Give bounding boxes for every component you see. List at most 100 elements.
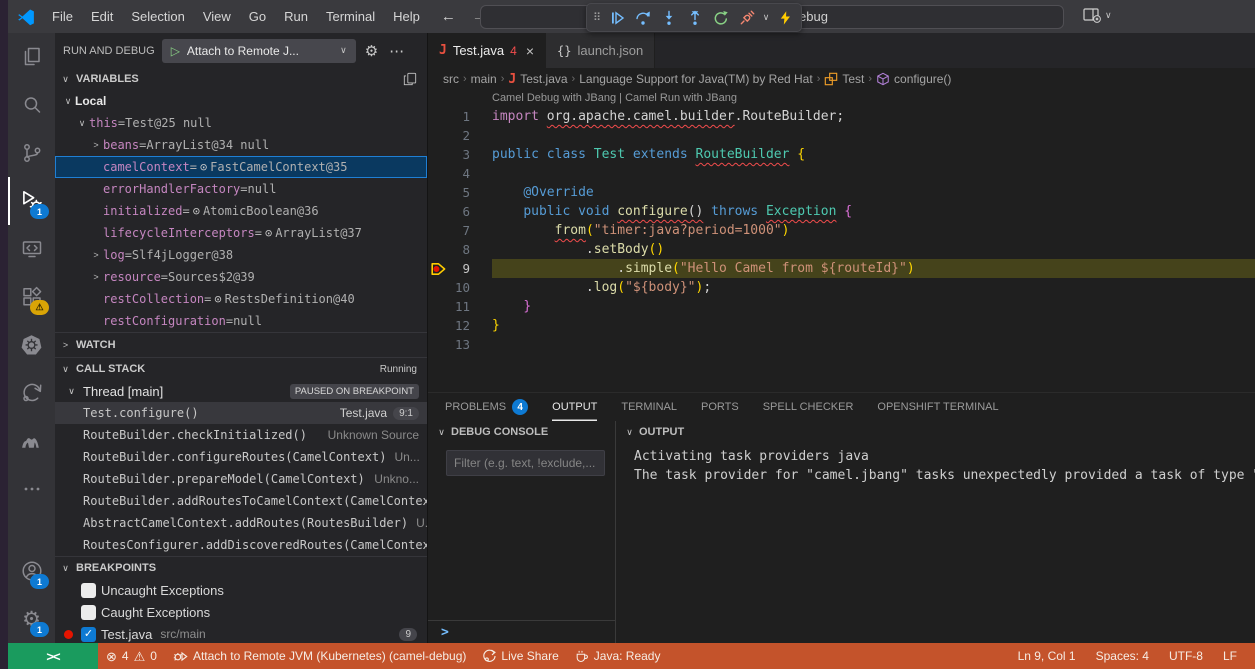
panel-tab-problems[interactable]: PROBLEMS4 bbox=[445, 393, 528, 421]
tab-test-java[interactable]: J Test.java 4 × bbox=[428, 33, 546, 68]
code-text[interactable]: .log("${body}"); bbox=[492, 278, 1255, 297]
menu-file[interactable]: File bbox=[43, 6, 82, 28]
menu-go[interactable]: Go bbox=[240, 6, 275, 28]
activity-kubernetes[interactable] bbox=[8, 321, 55, 369]
panel-tab-output[interactable]: OUTPUT bbox=[552, 393, 597, 421]
panel-tab-spell-checker[interactable]: SPELL CHECKER bbox=[763, 393, 854, 421]
code-line[interactable]: 5 @Override bbox=[428, 183, 1255, 202]
line-number[interactable]: 3 bbox=[428, 145, 470, 164]
stack-frame[interactable]: RouteBuilder.addRoutesToCamelContext(Cam… bbox=[55, 490, 427, 512]
activity-extensions[interactable]: ⚠ bbox=[8, 273, 55, 321]
code-text[interactable]: @Override bbox=[492, 183, 1255, 202]
panel-tab-ports[interactable]: PORTS bbox=[701, 393, 739, 421]
variable-row[interactable]: >log = Slf4jLogger@38 bbox=[55, 244, 427, 266]
code-text[interactable]: import org.apache.camel.builder.RouteBui… bbox=[492, 107, 1255, 126]
views-more-actions-icon[interactable]: ⋯ bbox=[387, 42, 406, 60]
line-number[interactable]: 6 bbox=[428, 202, 470, 221]
code-line[interactable]: 6 public void configure() throws Excepti… bbox=[428, 202, 1255, 221]
stack-frame[interactable]: RouteBuilder.checkInitialized()Unknown S… bbox=[55, 424, 427, 446]
stack-frame[interactable]: RoutesConfigurer.addDiscoveredRoutes(Cam… bbox=[55, 534, 427, 556]
debug-console-header[interactable]: ∨ DEBUG CONSOLE bbox=[428, 421, 615, 443]
code-line[interactable]: 8 .setBody() bbox=[428, 240, 1255, 259]
encoding[interactable]: UTF-8 bbox=[1159, 649, 1213, 663]
expand-icon[interactable]: > bbox=[89, 140, 103, 150]
line-number[interactable]: 4 bbox=[428, 164, 470, 183]
activity-search[interactable] bbox=[8, 81, 55, 129]
activity-settings[interactable]: ⚙1 bbox=[8, 595, 55, 643]
java-status[interactable]: Java: Ready bbox=[567, 643, 669, 669]
activity-more[interactable] bbox=[8, 465, 55, 513]
menu-help[interactable]: Help bbox=[384, 6, 429, 28]
collapse-icon[interactable]: ∨ bbox=[65, 386, 78, 397]
variable-row[interactable]: restCollection = ⊙RestsDefinition@40 bbox=[55, 288, 427, 310]
live-share-status[interactable]: Live Share bbox=[474, 643, 566, 669]
breadcrumb-item[interactable]: configure() bbox=[876, 72, 951, 86]
indentation[interactable]: Spaces: 4 bbox=[1086, 649, 1159, 663]
eye-icon[interactable]: ⊙ bbox=[214, 292, 221, 306]
code-text[interactable]: from("timer:java?period=1000") bbox=[492, 221, 1255, 240]
variable-row[interactable]: errorHandlerFactory = null bbox=[55, 178, 427, 200]
disconnect-button[interactable] bbox=[734, 6, 760, 30]
code-text[interactable]: .setBody() bbox=[492, 240, 1255, 259]
breadcrumb-item[interactable]: Language Support for Java(TM) by Red Hat bbox=[579, 72, 812, 86]
thread-row[interactable]: ∨ Thread [main] PAUSED ON BREAKPOINT bbox=[55, 380, 427, 402]
collapse-all-icon[interactable] bbox=[403, 72, 417, 86]
step-into-button[interactable] bbox=[656, 6, 682, 30]
stack-frame[interactable]: RouteBuilder.configureRoutes(CamelContex… bbox=[55, 446, 427, 468]
breakpoint-row[interactable]: Caught Exceptions bbox=[55, 601, 427, 623]
line-number[interactable]: 12 bbox=[428, 316, 470, 335]
menu-view[interactable]: View bbox=[194, 6, 240, 28]
line-number[interactable]: 10 bbox=[428, 278, 470, 297]
variable-row[interactable]: ∨Local bbox=[55, 90, 427, 112]
breakpoint-row[interactable]: ✓Test.javasrc/main9 bbox=[55, 623, 427, 643]
code-line[interactable]: 4 bbox=[428, 164, 1255, 183]
activity-explorer[interactable] bbox=[8, 33, 55, 81]
go-back-icon[interactable]: ← bbox=[433, 8, 464, 25]
panel-tab-terminal[interactable]: TERMINAL bbox=[621, 393, 677, 421]
variable-row[interactable]: >beans = ArrayList@34 null bbox=[55, 134, 427, 156]
code-line[interactable]: 3public class Test extends RouteBuilder … bbox=[428, 145, 1255, 164]
checkbox[interactable] bbox=[81, 583, 96, 598]
variable-row[interactable]: lifecycleInterceptors = ⊙ArrayList@37 bbox=[55, 222, 427, 244]
customize-layout-button[interactable]: ∨ bbox=[1083, 7, 1112, 23]
remote-indicator[interactable]: >< bbox=[8, 643, 98, 669]
activity-run-debug[interactable]: 1 bbox=[8, 177, 55, 225]
step-out-button[interactable] bbox=[682, 6, 708, 30]
tab-launch-json[interactable]: {} launch.json bbox=[546, 33, 655, 68]
code-line[interactable]: 1import org.apache.camel.builder.RouteBu… bbox=[428, 107, 1255, 126]
eye-icon[interactable]: ⊙ bbox=[200, 160, 207, 174]
breadcrumb-item[interactable]: Test bbox=[824, 72, 864, 86]
watch-section-header[interactable]: > WATCH bbox=[55, 332, 427, 357]
continue-button[interactable] bbox=[604, 6, 630, 30]
problems-status[interactable]: ⊗ 4 ⚠ 0 bbox=[98, 643, 165, 669]
cursor-position[interactable]: Ln 9, Col 1 bbox=[1008, 649, 1086, 663]
variable-row[interactable]: ∨this = Test@25 null bbox=[55, 112, 427, 134]
expand-icon[interactable]: ∨ bbox=[75, 118, 89, 129]
variable-row[interactable]: camelContext = ⊙FastCamelContext@35 bbox=[55, 156, 427, 178]
eye-icon[interactable]: ⊙ bbox=[193, 204, 200, 218]
code-line[interactable]: 9 .simple("Hello Camel from ${routeId}") bbox=[428, 259, 1255, 278]
checkbox[interactable] bbox=[81, 605, 96, 620]
start-debug-icon[interactable]: ▷ bbox=[171, 44, 180, 58]
activity-source-control[interactable] bbox=[8, 129, 55, 177]
code-text[interactable] bbox=[492, 335, 1255, 354]
menu-terminal[interactable]: Terminal bbox=[317, 6, 384, 28]
line-number[interactable]: 11 bbox=[428, 297, 470, 316]
call-stack-section-header[interactable]: ∨ CALL STACK Running bbox=[55, 357, 427, 380]
activity-account[interactable]: 1 bbox=[8, 547, 55, 595]
breadcrumb-item[interactable]: src bbox=[443, 72, 459, 86]
breakpoint-current-line-icon[interactable] bbox=[431, 262, 446, 276]
output-log[interactable]: Activating task providers javaThe task p… bbox=[616, 443, 1255, 485]
disconnect-dropdown-icon[interactable]: ∨ bbox=[760, 12, 772, 23]
code-text[interactable] bbox=[492, 164, 1255, 183]
menu-selection[interactable]: Selection bbox=[122, 6, 193, 28]
debug-configuration-picker[interactable]: ▷ Attach to Remote J... ∨ bbox=[162, 39, 356, 63]
debug-console-prompt[interactable]: > bbox=[428, 620, 615, 643]
line-number[interactable]: 5 bbox=[428, 183, 470, 202]
code-line[interactable]: 2 bbox=[428, 126, 1255, 145]
variables-section-header[interactable]: ∨ VARIABLES bbox=[55, 68, 427, 90]
activity-live-share[interactable] bbox=[8, 369, 55, 417]
line-number[interactable]: 13 bbox=[428, 335, 470, 354]
code-line[interactable]: 7 from("timer:java?period=1000") bbox=[428, 221, 1255, 240]
debug-console-filter-input[interactable] bbox=[446, 450, 605, 476]
